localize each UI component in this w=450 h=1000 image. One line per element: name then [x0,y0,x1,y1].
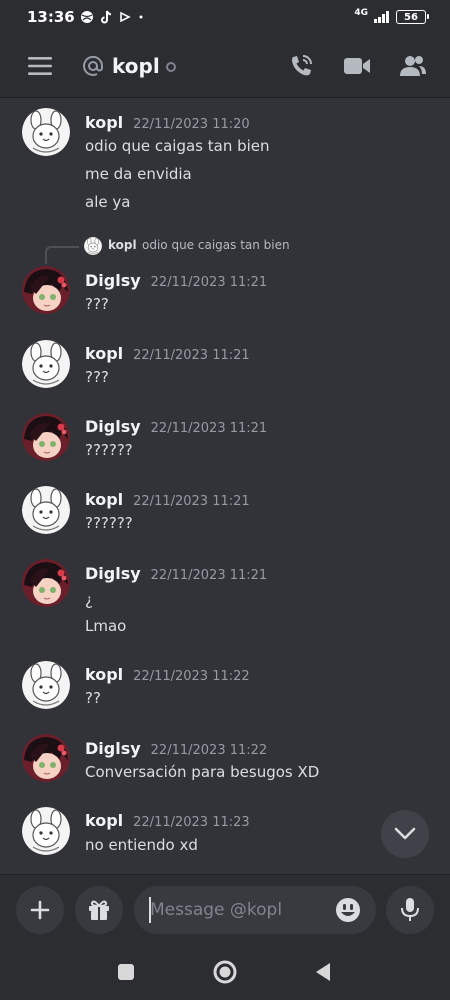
message-timestamp: 22/11/2023 11:21 [133,494,250,509]
hamburger-icon [28,56,52,75]
message-author[interactable]: Diglsy [85,271,141,290]
square-icon [118,964,134,980]
status-time: 13:36 [27,8,75,26]
scroll-to-bottom-button[interactable] [381,810,429,858]
message-timestamp: 22/11/2023 11:20 [133,117,250,132]
message-list[interactable]: kopl 22/11/2023 11:20 odio que caigas ta… [0,99,450,874]
phone-call-icon [292,54,312,75]
chevron-down-icon [394,827,416,840]
at-sign-icon [83,55,104,76]
battery-indicator: 56 [396,10,429,24]
message-author[interactable]: kopl [85,665,123,684]
notification-icons [80,10,145,24]
back-button[interactable] [309,958,337,986]
message-composer [0,874,450,944]
avatar[interactable] [22,661,70,709]
message-timestamp: 22/11/2023 11:21 [150,421,268,436]
menu-button[interactable] [22,48,58,84]
recents-button[interactable] [112,958,140,986]
message-text: ??? [85,295,109,313]
members-icon [400,55,426,76]
gift-icon [89,900,109,920]
message-author[interactable]: kopl [85,344,123,363]
offline-status-icon [165,62,176,72]
avatar[interactable] [22,413,70,461]
plus-icon [30,900,50,920]
message-timestamp: 22/11/2023 11:21 [150,275,268,290]
text-cursor [149,897,151,923]
attach-button[interactable] [16,886,64,934]
reply-preview[interactable]: kopl odio que caigas tan bien [45,237,445,264]
message-timestamp: 22/11/2023 11:23 [133,815,250,830]
circle-icon [213,960,237,984]
avatar[interactable] [22,266,70,314]
message-author[interactable]: kopl [85,490,123,509]
avatar[interactable] [22,559,70,607]
avatar[interactable] [22,340,70,388]
status-bar: 13:36 4G 56 [0,0,450,34]
voice-message-button[interactable] [386,886,434,934]
avatar[interactable] [22,108,70,156]
message-timestamp: 22/11/2023 11:22 [133,669,250,684]
message-text: ¿ [85,591,93,609]
battery-level: 56 [404,11,418,23]
message-text: Conversación para besugos XD [85,763,320,781]
message-text: ??? [85,368,109,386]
play-icon [119,11,131,23]
message-author[interactable]: Diglsy [85,739,141,758]
message-author[interactable]: Diglsy [85,564,141,583]
channel-title[interactable]: kopl [112,54,160,78]
chat-header: kopl [0,34,450,98]
message-timestamp: 22/11/2023 11:21 [150,568,268,583]
system-nav-bar [0,944,450,1000]
tiktok-icon [100,10,111,24]
message-author[interactable]: Diglsy [85,417,141,436]
reply-spine [45,246,79,264]
message-timestamp: 22/11/2023 11:21 [133,348,250,363]
message-text: Lmao [85,617,127,635]
message-author[interactable]: kopl [85,811,123,830]
reply-text: odio que caigas tan bien [142,238,290,252]
voice-call-button[interactable] [286,51,316,81]
members-button[interactable] [398,51,428,81]
message-text: me da envidia [85,165,192,183]
message-text: ?????? [85,514,133,532]
reply-avatar [84,237,102,255]
gift-button[interactable] [75,886,123,934]
signal-icon [374,11,389,23]
video-call-button[interactable] [342,51,372,81]
triangle-back-icon [316,963,330,981]
avatar[interactable] [22,734,70,782]
video-camera-icon [344,57,370,74]
message-text: odio que caigas tan bien [85,137,270,155]
message-text: ale ya [85,193,131,211]
microphone-icon [401,898,419,921]
network-type: 4G [354,8,368,18]
message-text: ?? [85,689,101,707]
dot-icon [139,15,143,19]
reply-author: kopl [108,238,137,252]
message-text: ?????? [85,441,133,459]
avatar[interactable] [22,807,70,855]
message-author[interactable]: kopl [85,113,123,132]
message-text: no entiendo xd [85,836,198,854]
message-timestamp: 22/11/2023 11:22 [150,743,268,758]
emoji-icon [336,898,360,922]
avatar[interactable] [22,486,70,534]
emoji-button[interactable] [334,896,362,924]
home-button[interactable] [211,958,239,986]
ball-icon [80,11,93,23]
